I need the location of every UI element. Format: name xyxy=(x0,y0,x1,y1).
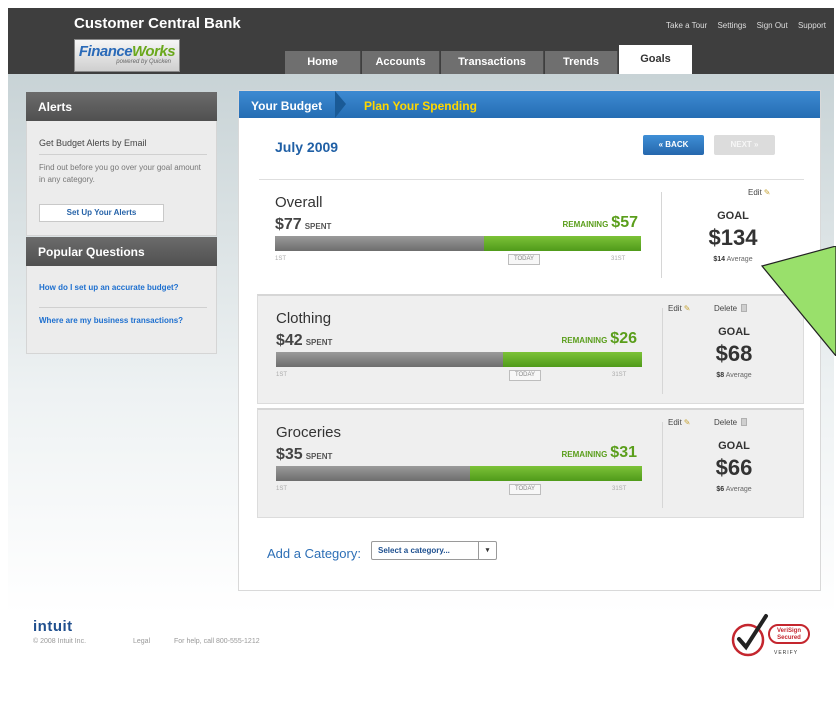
budget-progress-bar xyxy=(276,352,642,367)
remaining-bar xyxy=(470,466,642,481)
tab-home[interactable]: Home xyxy=(285,51,361,74)
breadcrumb-your-budget[interactable]: Your Budget xyxy=(251,99,322,113)
budget-card-clothing: Clothing $42 SPENT REMAINING $26 1ST TODAY… xyxy=(257,294,804,404)
footer-copyright: © 2008 Intuit Inc. xyxy=(33,638,87,645)
category-name: Overall xyxy=(275,194,323,211)
remaining-bar xyxy=(503,352,642,367)
budget-panel: Your Budget Plan Your Spending July 2009… xyxy=(238,90,821,591)
popular-questions-heading: Popular Questions xyxy=(26,237,217,266)
pencil-icon: ✎ xyxy=(683,304,691,313)
goal-label: GOAL xyxy=(718,440,750,452)
top-links: Take a Tour Settings Sign Out Support xyxy=(658,21,826,30)
tick-start: 1ST xyxy=(275,256,287,262)
today-marker: TODAY xyxy=(509,370,541,381)
spent-amount: $77 SPENT xyxy=(275,216,332,233)
add-category-label: Add a Category: xyxy=(267,546,361,561)
alerts-subtitle: Get Budget Alerts by Email xyxy=(39,138,147,148)
tab-goals[interactable]: Goals xyxy=(619,45,692,74)
financeworks-logo[interactable]: FinanceWorks powered by Quicken xyxy=(74,39,180,72)
tab-accounts[interactable]: Accounts xyxy=(362,51,440,74)
remaining-amount: REMAINING $57 xyxy=(562,214,638,231)
breadcrumb-arrow-icon xyxy=(335,91,346,118)
popular-questions-panel: How do I set up an accurate budget? Wher… xyxy=(26,266,217,354)
budget-month: July 2009 xyxy=(275,139,339,155)
set-up-alerts-button[interactable]: Set Up Your Alerts xyxy=(39,204,164,222)
support-link[interactable]: Support xyxy=(798,21,826,30)
tick-start: 1ST xyxy=(276,486,288,492)
goal-label: GOAL xyxy=(717,210,749,222)
trash-icon xyxy=(741,304,748,312)
goal-average: $8 Average xyxy=(716,372,752,379)
budget-card-groceries: Groceries $35 SPENT REMAINING $31 1ST TODA… xyxy=(257,408,804,518)
footer-legal-link[interactable]: Legal xyxy=(133,638,150,645)
callout-pointer-shape xyxy=(760,246,836,356)
chevron-down-icon: ▾ xyxy=(478,542,496,559)
budget-header: Your Budget Plan Your Spending xyxy=(239,91,820,118)
edit-link[interactable]: Edit ✎ xyxy=(748,188,771,197)
today-marker: TODAY xyxy=(509,484,541,495)
tick-end: 31ST xyxy=(612,486,627,492)
next-button[interactable]: NEXT » xyxy=(714,135,775,155)
pencil-icon: ✎ xyxy=(683,418,691,427)
footer-help-text: For help, call 800-555-1212 xyxy=(174,638,260,645)
remaining-amount: REMAINING $26 xyxy=(561,330,637,347)
take-a-tour-link[interactable]: Take a Tour xyxy=(666,21,707,30)
alerts-panel: Get Budget Alerts by Email Find out befo… xyxy=(26,121,217,236)
alerts-heading: Alerts xyxy=(26,92,217,121)
alerts-description: Find out before you go over your goal am… xyxy=(39,163,201,184)
tick-start: 1ST xyxy=(276,372,288,378)
goal-average: $6 Average xyxy=(716,486,752,493)
breadcrumb-plan-spending: Plan Your Spending xyxy=(364,99,477,113)
divider xyxy=(39,154,207,155)
question-link-accurate-budget[interactable]: How do I set up an accurate budget? xyxy=(39,283,209,293)
spent-bar xyxy=(276,352,503,367)
bank-name: Customer Central Bank xyxy=(74,15,241,32)
tick-end: 31ST xyxy=(612,372,627,378)
tick-end: 31ST xyxy=(611,256,626,262)
edit-link[interactable]: Edit ✎ xyxy=(668,418,691,427)
remaining-amount: REMAINING $31 xyxy=(561,444,637,461)
tab-trends[interactable]: Trends xyxy=(545,51,618,74)
remaining-bar xyxy=(484,236,641,251)
divider xyxy=(39,307,207,308)
spent-amount: $35 SPENT xyxy=(276,446,333,463)
spent-amount: $42 SPENT xyxy=(276,332,333,349)
edit-link[interactable]: Edit ✎ xyxy=(668,304,691,313)
tab-transactions[interactable]: Transactions xyxy=(441,51,544,74)
pencil-icon: ✎ xyxy=(763,188,771,197)
budget-progress-bar xyxy=(275,236,641,251)
verisign-badge: VeriSign Secured xyxy=(768,624,810,644)
budget-card-overall: Overall $77 SPENT REMAINING $57 1ST TODAY … xyxy=(257,180,804,290)
category-name: Clothing xyxy=(276,310,332,327)
spent-bar xyxy=(276,466,470,481)
verisign-verify-text: VERIFY xyxy=(774,650,799,656)
back-button[interactable]: « BACK xyxy=(643,135,704,155)
sign-out-link[interactable]: Sign Out xyxy=(757,21,788,30)
app-header: Customer Central Bank FinanceWorks power… xyxy=(8,8,834,74)
check-icon xyxy=(731,614,768,657)
category-name: Groceries xyxy=(276,424,342,441)
delete-link[interactable]: Delete xyxy=(714,304,748,313)
verisign-seal[interactable]: VeriSign Secured VERIFY xyxy=(728,612,812,662)
category-select[interactable]: Select a category... ▾ xyxy=(371,541,497,560)
goal-amount: $66 xyxy=(715,455,753,480)
budget-progress-bar xyxy=(276,466,642,481)
today-marker: TODAY xyxy=(508,254,540,265)
delete-link[interactable]: Delete xyxy=(714,418,748,427)
trash-icon xyxy=(741,418,748,426)
spent-bar xyxy=(275,236,484,251)
intuit-logo: intuit xyxy=(33,618,73,635)
settings-link[interactable]: Settings xyxy=(717,21,746,30)
question-link-business-transactions[interactable]: Where are my business transactions? xyxy=(39,316,209,326)
